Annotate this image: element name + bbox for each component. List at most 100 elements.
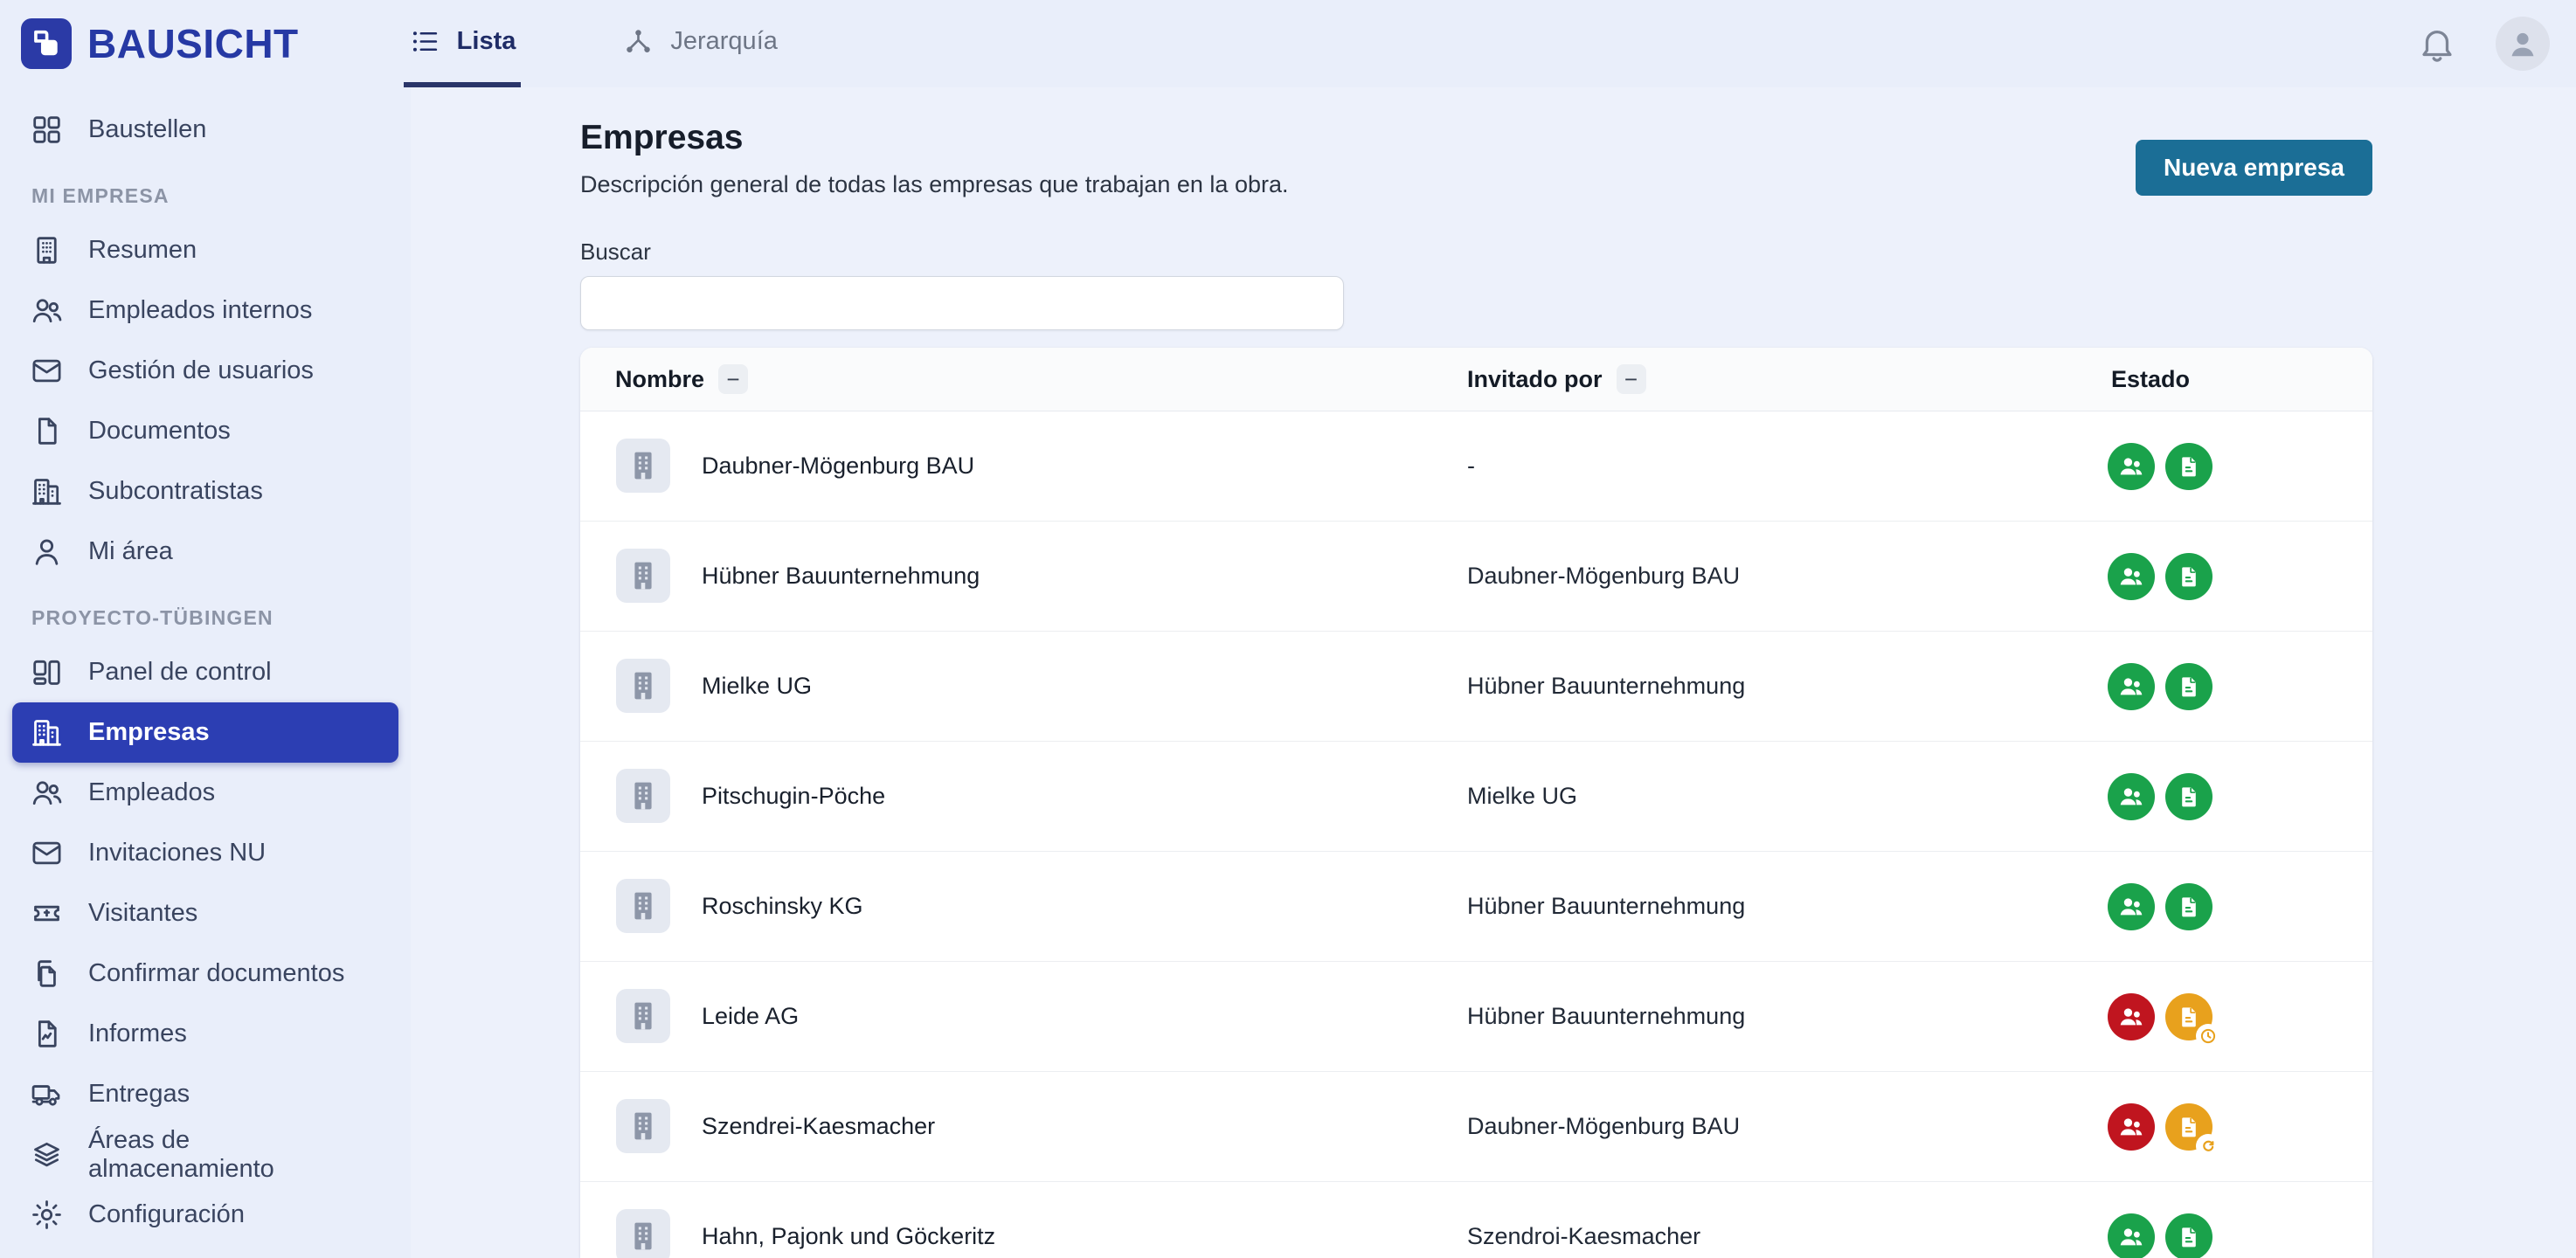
building-icon bbox=[623, 556, 663, 596]
company-avatar bbox=[616, 439, 670, 493]
column-label: Estado bbox=[2111, 366, 2190, 393]
column-header-nombre: Nombre− bbox=[615, 348, 748, 411]
table-header-row: Nombre−Invitado por−Estado bbox=[580, 348, 2372, 411]
tab-label: Lista bbox=[457, 27, 516, 56]
employees-status-icon bbox=[2108, 993, 2155, 1040]
companies-table: Nombre−Invitado por−Estado Daubner-Mögen… bbox=[580, 348, 2372, 1258]
table-row[interactable]: Daubner-Mögenburg BAU - bbox=[580, 411, 2372, 522]
company-name: Pitschugin-Pöche bbox=[702, 742, 885, 851]
employees-status-icon bbox=[2108, 773, 2155, 820]
sidebar-item-informes[interactable]: Informes bbox=[12, 1004, 398, 1064]
refresh-badge-icon bbox=[2196, 1134, 2220, 1158]
employees-status-icon bbox=[2108, 1103, 2155, 1151]
table-row[interactable]: Leide AG Hübner Bauunternehmung bbox=[580, 962, 2372, 1072]
status-cell bbox=[2108, 411, 2212, 521]
table-row[interactable]: Mielke UG Hübner Bauunternehmung bbox=[580, 632, 2372, 742]
user-avatar[interactable] bbox=[2496, 17, 2550, 71]
company-avatar bbox=[616, 549, 670, 603]
invited-by: Hübner Bauunternehmung bbox=[1467, 632, 1745, 741]
sidebar-item-documentos[interactable]: Documentos bbox=[12, 401, 398, 461]
tab-jerarquia[interactable]: Jerarquía bbox=[617, 0, 783, 87]
tab-label: Jerarquía bbox=[670, 27, 778, 56]
column-header-estado: Estado bbox=[2111, 348, 2190, 411]
sidebar-item-baustellen[interactable]: Baustellen bbox=[12, 100, 398, 160]
list-icon bbox=[409, 25, 441, 58]
column-label: Invitado por bbox=[1467, 366, 1603, 393]
status-cell bbox=[2108, 632, 2212, 741]
company-avatar bbox=[616, 879, 670, 933]
view-tabs: Lista Jerarquía bbox=[404, 0, 783, 87]
table-row[interactable]: Roschinsky KG Hübner Bauunternehmung bbox=[580, 852, 2372, 962]
notifications-button[interactable] bbox=[2417, 24, 2457, 64]
person-icon bbox=[2503, 24, 2542, 63]
sidebar-item-label: Entregas bbox=[88, 1080, 190, 1109]
table-row[interactable]: Hübner Bauunternehmung Daubner-Mögenburg… bbox=[580, 522, 2372, 632]
page-subtitle: Descripción general de todas las empresa… bbox=[580, 171, 2372, 198]
company-name: Hübner Bauunternehmung bbox=[702, 522, 980, 631]
sidebar-item-label: Resumen bbox=[88, 236, 197, 265]
page-title: Empresas bbox=[580, 119, 2372, 157]
sidebar-item-mi-rea[interactable]: Mi área bbox=[12, 522, 398, 582]
sidebar-item-resumen[interactable]: Resumen bbox=[12, 220, 398, 280]
sort-button-invitado-por[interactable]: − bbox=[1617, 364, 1646, 394]
sidebar-item-empleados-internos[interactable]: Empleados internos bbox=[12, 280, 398, 341]
sidebar-item-label: Áreas de almacenamiento bbox=[88, 1126, 381, 1184]
buildings-icon bbox=[30, 715, 64, 750]
documents-status-icon bbox=[2165, 443, 2212, 490]
building-icon bbox=[623, 446, 663, 486]
company-name: Mielke UG bbox=[702, 632, 812, 741]
sort-button-nombre[interactable]: − bbox=[718, 364, 748, 394]
table-row[interactable]: Szendrei-Kaesmacher Daubner-Mögenburg BA… bbox=[580, 1072, 2372, 1182]
new-company-button[interactable]: Nueva empresa bbox=[2136, 140, 2372, 196]
sidebar-item-label: Informes bbox=[88, 1020, 187, 1048]
layers-icon bbox=[30, 1137, 64, 1172]
sidebar-item-invitaciones-nu[interactable]: Invitaciones NU bbox=[12, 823, 398, 883]
sidebar-item-label: Empleados bbox=[88, 778, 215, 807]
company-avatar bbox=[616, 989, 670, 1043]
sidebar: BaustellenMI EMPRESAResumenEmpleados int… bbox=[0, 87, 411, 1258]
tab-lista[interactable]: Lista bbox=[404, 0, 522, 87]
sidebar-item-label: Confirmar documentos bbox=[88, 959, 344, 988]
sidebar-item-reas-de-almacenamiento[interactable]: Áreas de almacenamiento bbox=[12, 1124, 398, 1185]
gear-icon bbox=[30, 1198, 64, 1232]
table-body: Daubner-Mögenburg BAU - Hübner Bauuntern… bbox=[580, 411, 2372, 1258]
employees-status-icon bbox=[2108, 883, 2155, 930]
building-icon bbox=[623, 996, 663, 1036]
mail-icon bbox=[30, 836, 64, 870]
documents-status-icon bbox=[2165, 1213, 2212, 1258]
sidebar-item-gesti-n-de-usuarios[interactable]: Gestión de usuarios bbox=[12, 341, 398, 401]
ticket-icon bbox=[30, 896, 64, 930]
topbar: BAUSICHT Lista Jerarquía bbox=[0, 0, 2576, 87]
clock-badge-icon bbox=[2196, 1024, 2220, 1048]
company-name: Daubner-Mögenburg BAU bbox=[702, 411, 974, 521]
invited-by: Szendroi-Kaesmacher bbox=[1467, 1182, 1700, 1258]
sidebar-item-label: Visitantes bbox=[88, 899, 197, 928]
sidebar-item-label: Panel de control bbox=[88, 658, 272, 687]
building-icon bbox=[623, 1216, 663, 1256]
sidebar-item-configuraci-n[interactable]: Configuración bbox=[12, 1185, 398, 1245]
documents-status-icon bbox=[2165, 553, 2212, 600]
sidebar-item-subcontratistas[interactable]: Subcontratistas bbox=[12, 461, 398, 522]
sidebar-item-empleados[interactable]: Empleados bbox=[12, 763, 398, 823]
sidebar-item-confirmar-documentos[interactable]: Confirmar documentos bbox=[12, 944, 398, 1004]
sidebar-item-label: Empresas bbox=[88, 718, 210, 747]
building-icon bbox=[623, 776, 663, 816]
sidebar-item-label: Empleados internos bbox=[88, 296, 312, 325]
table-row[interactable]: Pitschugin-Pöche Mielke UG bbox=[580, 742, 2372, 852]
report-icon bbox=[30, 1017, 64, 1051]
sidebar-item-entregas[interactable]: Entregas bbox=[12, 1064, 398, 1124]
main-content: Empresas Descripción general de todas la… bbox=[411, 87, 2576, 1258]
search-input[interactable] bbox=[580, 276, 1344, 330]
sidebar-item-panel-de-control[interactable]: Panel de control bbox=[12, 642, 398, 702]
building-icon bbox=[623, 666, 663, 706]
documents-status-icon bbox=[2165, 1103, 2212, 1151]
status-cell bbox=[2108, 742, 2212, 851]
company-name: Hahn, Pajonk und Göckeritz bbox=[702, 1182, 995, 1258]
grid-icon bbox=[30, 113, 64, 147]
brand[interactable]: BAUSICHT bbox=[21, 0, 299, 87]
table-row[interactable]: Hahn, Pajonk und Göckeritz Szendroi-Kaes… bbox=[580, 1182, 2372, 1258]
sidebar-item-visitantes[interactable]: Visitantes bbox=[12, 883, 398, 944]
sidebar-item-empresas[interactable]: Empresas bbox=[12, 702, 398, 763]
employees-status-icon bbox=[2108, 553, 2155, 600]
invited-by: Hübner Bauunternehmung bbox=[1467, 962, 1745, 1071]
